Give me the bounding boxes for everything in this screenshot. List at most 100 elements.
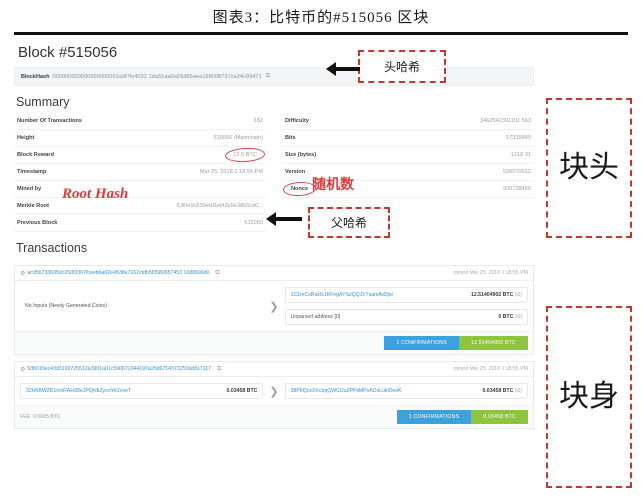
annotation-block-body-text: 块身: [559, 379, 619, 413]
annotation-block-head: 块头: [546, 98, 632, 238]
transaction-inputs: No Inputs (Newly Generated Coins): [20, 299, 263, 314]
transactions-heading: Transactions: [16, 241, 88, 255]
output-amount: 0.03458 BTC (U): [482, 388, 522, 394]
annotation-nonce: 随机数: [312, 178, 354, 193]
summary-value: 515056 (Mainchain): [213, 135, 263, 141]
summary-key: Difficulty: [285, 118, 309, 124]
confirmations-badge[interactable]: 1 CONFIRMATIONS: [396, 410, 472, 424]
transaction-outputs: 38PbQcsXXcbqQWCUuZPFkMPvADxLukiDevK 0.03…: [284, 383, 528, 399]
summary-key: Size (bytes): [285, 152, 317, 158]
transaction-outputs: 1C1mCsRuklx1KFegAYSzQQJV7samAd2pv 12.514…: [284, 287, 528, 325]
summary-key: Bits: [285, 135, 296, 141]
annotation-root-hash: Root Hash: [62, 186, 129, 202]
summary-key: Height: [17, 135, 35, 141]
amount-badge[interactable]: 12.51404902 BTC: [458, 336, 528, 350]
summary-value: 926728450: [503, 186, 531, 192]
input-address: No Inputs (Newly Generated Coins): [25, 303, 107, 309]
arrow-tip-icon: [326, 62, 336, 76]
summary-value: Mar 25, 2018 1:18:55 PM: [199, 169, 263, 175]
summary-row: Height 515056 (Mainchain): [14, 130, 266, 147]
transaction-hash-text: acd5b7336959c250f3367fceeb6a62e4538e7162…: [27, 270, 210, 276]
summary-value-previous-block[interactable]: 515055: [244, 220, 263, 226]
annotation-block-body: 块身: [546, 306, 632, 488]
output-address: Unparsed address [0]: [290, 314, 341, 320]
summary-value: 536070912: [503, 169, 531, 175]
input-row[interactable]: 32H6BWZE1mxRAH38eJPQHbZycnYiGVveT 0.0345…: [20, 383, 264, 399]
arrow-to-header-hash: [326, 62, 360, 76]
output-amount-unit: (U): [514, 292, 522, 298]
summary-heading: Summary: [16, 95, 70, 109]
output-row[interactable]: 1C1mCsRuklx1KFegAYSzQQJV7samAd2pv 12.514…: [284, 287, 528, 303]
gear-icon: ⚙: [20, 270, 26, 277]
output-address[interactable]: 1C1mCsRuklx1KFegAYSzQQJV7samAd2pv: [291, 292, 394, 298]
summary-row: Timestamp Mar 25, 2018 1:18:55 PM: [14, 164, 266, 181]
summary-key: Previous Block: [17, 220, 58, 226]
arrow-tip-icon: [266, 212, 276, 226]
annotation-block-head-text: 块头: [559, 150, 619, 184]
summary-row: Block Reward 12.5 BTC: [14, 147, 266, 164]
output-amount: 12.51404902 BTC (U): [471, 292, 522, 298]
arrow-to-parent-hash: [266, 212, 302, 226]
summary-row: Difficulty 3462542391191.563: [282, 113, 534, 130]
block-hash-value: 000000000000000000001a9f7fc4032 1da51aa0…: [52, 73, 262, 80]
flow-arrow-icon: ❯: [269, 385, 279, 398]
transaction-hash-link[interactable]: ⚙ acd5b7336959c250f3367fceeb6a62e4538e71…: [20, 270, 220, 277]
output-row[interactable]: 38PbQcsXXcbqQWCUuZPFkMPvADxLukiDevK 0.03…: [284, 383, 528, 399]
copy-icon[interactable]: ⧉: [215, 270, 219, 277]
transaction-card: ⚙ acd5b7336959c250f3367fceeb6a62e4538e71…: [14, 265, 534, 355]
input-address[interactable]: 32H6BWZE1mxRAH38eJPQHbZycnYiGVveT: [26, 388, 131, 394]
arrow-shaft: [276, 217, 302, 221]
transaction-card: ⚙ 53b019ec43d3193725512a3901a01c59067194…: [14, 361, 534, 429]
output-amount-unit: (U): [514, 314, 522, 320]
output-row[interactable]: Unparsed address [0] 0 BTC (U): [284, 309, 528, 325]
summary-row: Bits 17315849: [282, 130, 534, 147]
input-amount: 0.03458 BTC: [226, 388, 258, 394]
transaction-badges: 1 CONFIRMATIONS 0.03458 BTC: [396, 410, 528, 424]
summary-row: Number Of Transactions 182: [14, 113, 266, 130]
transaction-footer: 1 CONFIRMATIONS 12.51404902 BTC: [15, 331, 533, 354]
transaction-footer: FEE: 0.0005 BTC 1 CONFIRMATIONS 0.03458 …: [15, 405, 533, 428]
block-hash-label: BlockHash: [21, 73, 50, 80]
summary-value-block-reward: 12.5 BTC: [227, 151, 263, 159]
summary-value: 17315849: [506, 135, 531, 141]
figure-title: 图表3：比特币的#515056 区块: [212, 10, 430, 26]
summary-key: Merkle Root: [17, 203, 50, 209]
copy-icon[interactable]: ⧉: [266, 73, 270, 80]
gear-icon: ⚙: [20, 366, 26, 373]
summary-value: 9.80e9c530ed2bd43a5e38b6cd0...: [176, 203, 263, 209]
summary-key: Block Reward: [17, 152, 54, 158]
summary-key: Version: [285, 169, 306, 175]
summary-value: 3462542391191.563: [480, 118, 531, 124]
input-row: No Inputs (Newly Generated Coins): [20, 299, 263, 314]
annotation-parent-hash: 父哈希: [308, 207, 390, 238]
transaction-badges: 1 CONFIRMATIONS 12.51404902 BTC: [384, 336, 528, 350]
flow-arrow-icon: ❯: [269, 300, 279, 313]
output-amount-unit: (U): [514, 388, 522, 394]
block-explorer-panel: Block #515056 BlockHash 0000000000000000…: [14, 38, 534, 496]
summary-row: Previous Block 515055: [14, 215, 266, 232]
confirmations-badge[interactable]: 1 CONFIRMATIONS: [384, 336, 459, 350]
transaction-header: ⚙ 53b019ec43d3193725512a3901a01c59067194…: [15, 362, 533, 377]
output-amount-value: 0.03458 BTC: [482, 388, 514, 394]
transaction-header: ⚙ acd5b7336959c250f3367fceeb6a62e4538e71…: [15, 266, 533, 281]
output-amount-value: 12.51404902 BTC: [470, 292, 514, 298]
summary-left-column: Number Of Transactions 182 Height 515056…: [14, 113, 266, 232]
copy-icon[interactable]: ⧉: [217, 366, 221, 373]
summary-row: Merkle Root 9.80e9c530ed2bd43a5e38b6cd0.…: [14, 198, 266, 215]
amount-badge[interactable]: 0.03458 BTC: [471, 410, 528, 424]
transaction-fee: FEE: 0.0005 BTC: [20, 414, 61, 420]
output-address[interactable]: 38PbQcsXXcbqQWCUuZPFkMPvADxLukiDevK: [291, 388, 402, 394]
transaction-hash-link[interactable]: ⚙ 53b019ec43d3193725512a3901a01c59067194…: [20, 366, 221, 373]
transaction-body: No Inputs (Newly Generated Coins) ❯ 1C1m…: [15, 281, 533, 331]
output-amount: 0 BTC (U): [498, 314, 522, 320]
transaction-inputs: 32H6BWZE1mxRAH38eJPQHbZycnYiGVveT 0.0345…: [20, 383, 264, 399]
transaction-timestamp: mined Mar 25, 2018 1:18:55 PM: [453, 270, 528, 276]
transaction-body: 32H6BWZE1mxRAH38eJPQHbZycnYiGVveT 0.0345…: [15, 377, 533, 405]
summary-key: Timestamp: [17, 169, 47, 175]
summary-value: 1218 31: [510, 152, 531, 158]
annotation-header-hash: 头哈希: [358, 50, 446, 83]
summary-key-nonce: Nonce: [285, 185, 314, 193]
summary-key: Mined by: [17, 186, 42, 192]
arrow-shaft: [336, 67, 360, 71]
summary-value: 182: [253, 118, 263, 124]
